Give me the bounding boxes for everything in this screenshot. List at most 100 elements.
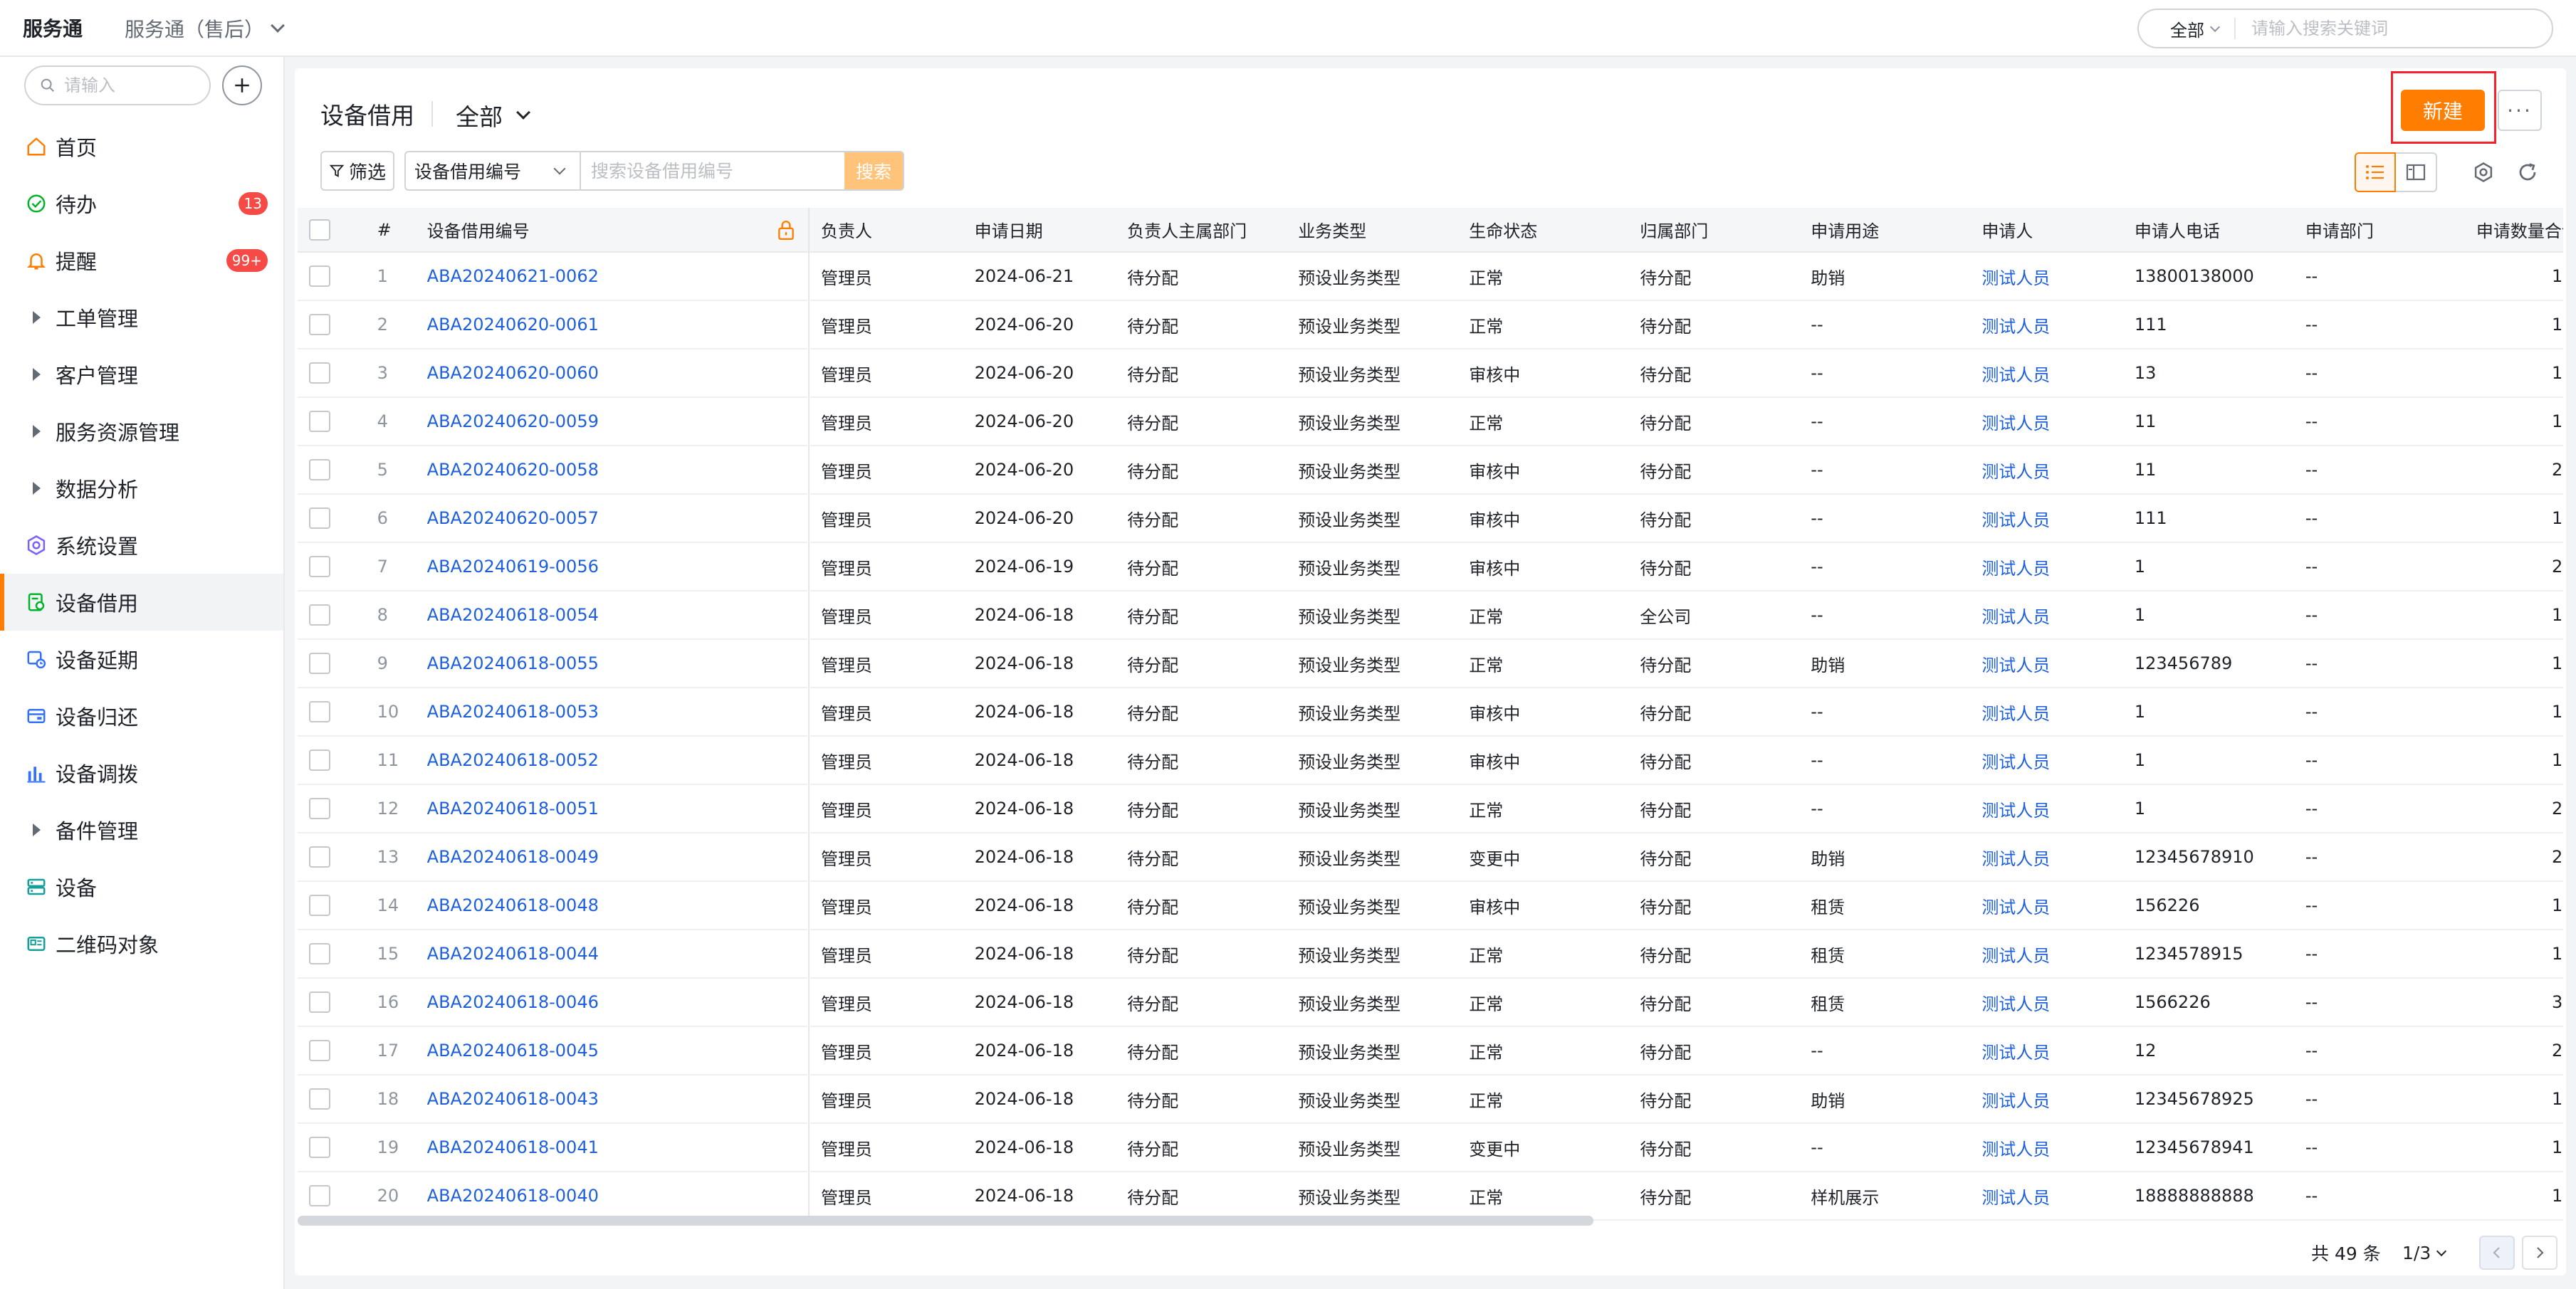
- sidebar-item[interactable]: 客户管理: [0, 346, 283, 403]
- record-search-input[interactable]: [581, 152, 844, 189]
- checkbox[interactable]: [309, 701, 330, 722]
- sidebar-item[interactable]: 提醒 99+: [0, 232, 283, 289]
- table-row[interactable]: 11 ABA20240618-0052 管理员 2024-06-18 待分配 预设业务类型…: [298, 736, 2563, 785]
- record-link[interactable]: ABA20240618-0043: [427, 1089, 599, 1109]
- more-button[interactable]: ···: [2498, 90, 2542, 131]
- sidebar-item[interactable]: 系统设置: [0, 517, 283, 574]
- checkbox[interactable]: [309, 653, 330, 674]
- applicant-link[interactable]: 测试人员: [1981, 268, 2050, 288]
- table-row[interactable]: 8 ABA20240618-0054 管理员 2024-06-18 待分配 预设业务类型正…: [298, 591, 2563, 640]
- checkbox[interactable]: [309, 991, 330, 1013]
- table-row[interactable]: 5 ABA20240620-0058 管理员 2024-06-20 待分配 预设业务类型审…: [298, 446, 2563, 495]
- applicant-link[interactable]: 测试人员: [1981, 994, 2050, 1014]
- record-link[interactable]: ABA20240618-0045: [427, 1041, 599, 1061]
- settings-icon[interactable]: [2469, 158, 2498, 186]
- table-row[interactable]: 4 ABA20240620-0059 管理员 2024-06-20 待分配 预设业务类型正…: [298, 397, 2563, 446]
- sidebar-item[interactable]: 设备归还: [0, 688, 283, 745]
- select-all-checkbox[interactable]: [298, 208, 366, 253]
- checkbox[interactable]: [309, 411, 330, 432]
- checkbox[interactable]: [309, 895, 330, 916]
- table-row[interactable]: 13 ABA20240618-0049 管理员 2024-06-18 待分配 预设业务类型…: [298, 833, 2563, 882]
- sidebar-item[interactable]: 服务资源管理: [0, 403, 283, 460]
- applicant-link[interactable]: 测试人员: [1981, 510, 2050, 530]
- record-link[interactable]: ABA20240620-0059: [427, 411, 599, 431]
- record-link[interactable]: ABA20240620-0058: [427, 460, 599, 480]
- record-link[interactable]: ABA20240620-0060: [427, 363, 599, 383]
- sidebar-item[interactable]: 设备: [0, 858, 283, 915]
- applicant-link[interactable]: 测试人员: [1981, 704, 2050, 724]
- applicant-link[interactable]: 测试人员: [1981, 946, 2050, 966]
- checkbox[interactable]: [309, 362, 330, 384]
- applicant-link[interactable]: 测试人员: [1981, 559, 2050, 579]
- checkbox[interactable]: [309, 459, 330, 480]
- applicant-link[interactable]: 测试人员: [1981, 801, 2050, 821]
- applicant-link[interactable]: 测试人员: [1981, 414, 2050, 433]
- table-row[interactable]: 2 ABA20240620-0061 管理员 2024-06-20 待分配 预设业务类型正…: [298, 300, 2563, 349]
- applicant-link[interactable]: 测试人员: [1981, 317, 2050, 337]
- column-header[interactable]: 申请人电话: [2122, 208, 2294, 253]
- sidebar-item[interactable]: 工单管理: [0, 289, 283, 346]
- table-row[interactable]: 9 ABA20240618-0055 管理员 2024-06-18 待分配 预设业务类型正…: [298, 639, 2563, 688]
- table-row[interactable]: 20 ABA20240618-0040 管理员 2024-06-18 待分配 预设业务类型…: [298, 1172, 2563, 1221]
- search-scope-select[interactable]: 全部: [2139, 18, 2236, 41]
- checkbox[interactable]: [309, 749, 330, 771]
- view-select[interactable]: 全部: [456, 98, 530, 132]
- applicant-link[interactable]: 测试人员: [1981, 365, 2050, 385]
- column-header[interactable]: 生命状态: [1457, 208, 1629, 253]
- column-header[interactable]: 负责人主属部门: [1116, 208, 1287, 253]
- table-row[interactable]: 15 ABA20240618-0044 管理员 2024-06-18 待分配 预设业务类型…: [298, 930, 2563, 979]
- refresh-icon[interactable]: [2513, 158, 2542, 186]
- checkbox[interactable]: [309, 556, 330, 577]
- column-header[interactable]: 归属部门: [1628, 208, 1800, 253]
- checkbox[interactable]: [309, 798, 330, 819]
- sidebar-item[interactable]: 首页: [0, 118, 283, 175]
- checkbox[interactable]: [309, 314, 330, 335]
- column-header[interactable]: 设备借用编号: [415, 208, 810, 253]
- applicant-link[interactable]: 测试人员: [1981, 462, 2050, 482]
- column-header[interactable]: 申请部门: [2293, 208, 2465, 253]
- filter-button[interactable]: 筛选: [320, 151, 394, 191]
- sidebar-item[interactable]: 设备调拨: [0, 745, 283, 801]
- record-link[interactable]: ABA20240620-0057: [427, 508, 599, 528]
- column-header[interactable]: 申请用途: [1799, 208, 1971, 253]
- table-row[interactable]: 3 ABA20240620-0060 管理员 2024-06-20 待分配 预设业务类型审…: [298, 349, 2563, 398]
- checkbox[interactable]: [309, 943, 330, 964]
- horizontal-scrollbar[interactable]: [298, 1216, 1593, 1226]
- sidebar-item[interactable]: 设备延期: [0, 631, 283, 688]
- sidebar-item[interactable]: 待办 13: [0, 175, 283, 232]
- column-header[interactable]: 负责人: [808, 208, 963, 253]
- table-row[interactable]: 18 ABA20240618-0043 管理员 2024-06-18 待分配 预设业务类型…: [298, 1075, 2563, 1124]
- record-link[interactable]: ABA20240618-0052: [427, 750, 599, 770]
- column-header[interactable]: 业务类型: [1287, 208, 1458, 253]
- applicant-link[interactable]: 测试人员: [1981, 1140, 2050, 1159]
- search-field-select[interactable]: 设备借用编号: [406, 152, 581, 189]
- checkbox[interactable]: [309, 1185, 330, 1206]
- record-link[interactable]: ABA20240618-0055: [427, 653, 599, 673]
- lock-icon[interactable]: [777, 219, 795, 241]
- applicant-link[interactable]: 测试人员: [1981, 607, 2050, 627]
- applicant-link[interactable]: 测试人员: [1981, 1188, 2050, 1208]
- checkbox[interactable]: [309, 1088, 330, 1110]
- record-link[interactable]: ABA20240618-0053: [427, 702, 599, 722]
- table-row[interactable]: 10 ABA20240618-0053 管理员 2024-06-18 待分配 预设业务类型…: [298, 688, 2563, 737]
- applicant-link[interactable]: 测试人员: [1981, 849, 2050, 869]
- workspace-switcher[interactable]: 服务通（售后）: [125, 14, 285, 43]
- record-link[interactable]: ABA20240618-0051: [427, 799, 599, 819]
- record-link[interactable]: ABA20240618-0048: [427, 895, 599, 915]
- checkbox[interactable]: [309, 219, 330, 241]
- column-header[interactable]: 申请数量合计: [2464, 208, 2563, 253]
- table-row[interactable]: 6 ABA20240620-0057 管理员 2024-06-20 待分配 预设业务类型审…: [298, 494, 2563, 543]
- checkbox[interactable]: [309, 1137, 330, 1158]
- table-row[interactable]: 12 ABA20240618-0051 管理员 2024-06-18 待分配 预设业务类型…: [298, 784, 2563, 833]
- record-link[interactable]: ABA20240620-0061: [427, 315, 599, 335]
- checkbox[interactable]: [309, 507, 330, 529]
- column-header[interactable]: 申请日期: [963, 208, 1116, 253]
- table-row[interactable]: 7 ABA20240619-0056 管理员 2024-06-19 待分配 预设业务类型审…: [298, 542, 2563, 591]
- record-link[interactable]: ABA20240618-0041: [427, 1137, 599, 1157]
- column-header[interactable]: 申请人: [1970, 208, 2123, 253]
- record-link[interactable]: ABA20240618-0040: [427, 1186, 599, 1206]
- checkbox[interactable]: [309, 265, 330, 287]
- sidebar-item[interactable]: 备件管理: [0, 801, 283, 858]
- record-link[interactable]: ABA20240618-0054: [427, 605, 599, 625]
- new-button[interactable]: 新建: [2401, 90, 2485, 131]
